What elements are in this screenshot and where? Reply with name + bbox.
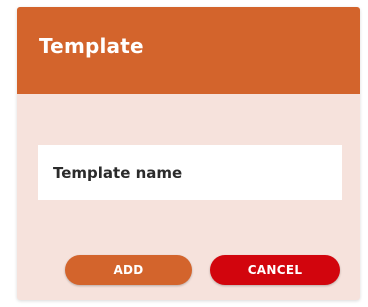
add-button[interactable]: ADD	[65, 255, 192, 285]
template-dialog: Template ADD CANCEL	[17, 7, 360, 300]
dialog-header: Template	[17, 7, 360, 94]
cancel-button[interactable]: CANCEL	[210, 255, 340, 285]
template-name-input[interactable]	[38, 145, 342, 200]
dialog-title: Template	[39, 34, 144, 58]
